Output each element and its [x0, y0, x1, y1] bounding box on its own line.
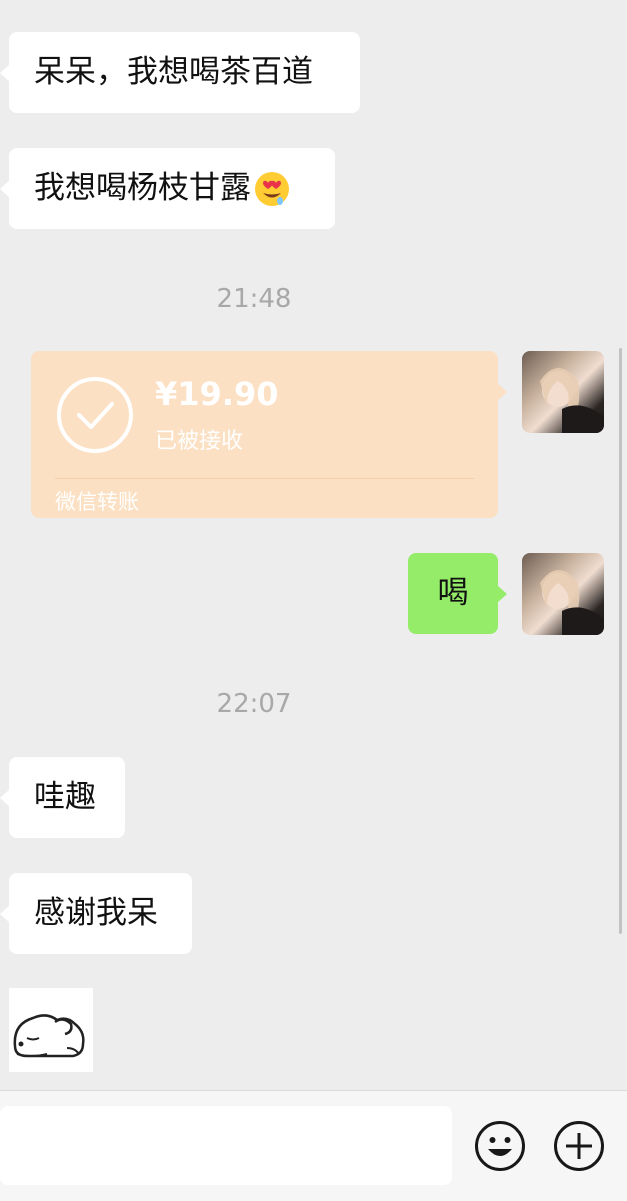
transfer-label: 微信转账 [55, 490, 139, 514]
transfer-amount: ¥19.90 [155, 375, 279, 413]
message-bubble-received[interactable]: 感谢我呆 [0, 873, 192, 954]
message-text: 喝 [437, 575, 469, 611]
smile-icon [475, 1121, 525, 1171]
add-button[interactable] [553, 1120, 605, 1172]
sleeping-puppy-sticker-icon [13, 1014, 85, 1058]
divider [55, 478, 474, 479]
message-bubble-received[interactable]: 呆呆，我想喝茶百道 [0, 32, 360, 113]
transfer-card[interactable]: ¥19.90 已被接收 微信转账 [31, 351, 507, 518]
chat-area: 呆呆，我想喝茶百道 我想喝杨枝甘露 21:48 ¥19.90 已被接收 微信转账 [0, 0, 627, 1090]
message-bubble-received[interactable]: 我想喝杨枝甘露 [0, 148, 335, 229]
timestamp: 22:07 [216, 689, 292, 719]
message-input[interactable] [0, 1106, 452, 1185]
message-text: 哇趣 [34, 779, 96, 815]
avatar-photo [540, 570, 604, 635]
message-text: 我想喝杨枝甘露 [34, 170, 251, 206]
avatar[interactable] [522, 553, 604, 635]
avatar[interactable] [522, 351, 604, 433]
sticker-message[interactable] [9, 988, 93, 1072]
timestamp: 21:48 [216, 284, 292, 314]
message-bubble-received[interactable]: 哇趣 [0, 757, 125, 838]
scrollbar[interactable] [619, 348, 622, 934]
avatar-photo [540, 368, 604, 433]
message-bubble-sent[interactable]: 喝 [408, 553, 507, 634]
message-text: 感谢我呆 [34, 895, 158, 931]
plus-circle-icon [554, 1121, 604, 1171]
message-text: 呆呆，我想喝茶百道 [34, 54, 313, 90]
transfer-status: 已被接收 [155, 429, 244, 454]
emoji-button[interactable] [474, 1120, 526, 1172]
heart-eyes-emoji-icon [255, 171, 289, 206]
input-bar [0, 1090, 627, 1201]
check-circle-icon [57, 377, 133, 453]
